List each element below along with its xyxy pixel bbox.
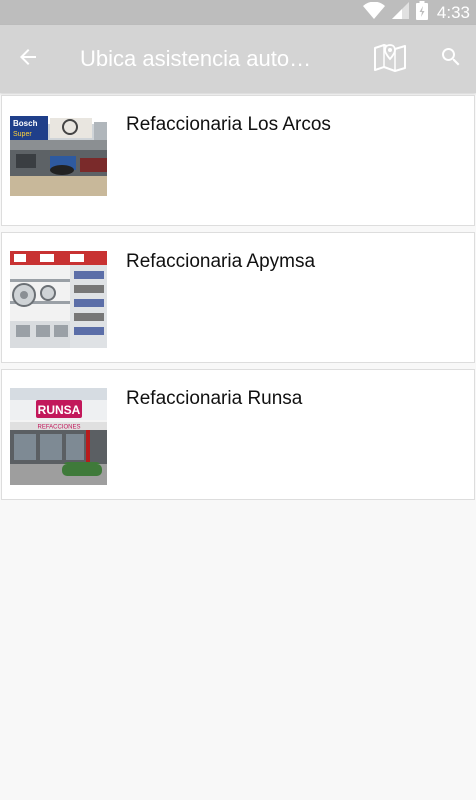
list-item[interactable]: Refaccionaria Apymsa: [1, 232, 475, 363]
page-title: Ubica asistencia auto…: [80, 46, 312, 71]
app-bar: Ubica asistencia auto…: [0, 25, 476, 93]
storefront-photo: Bosch Super: [10, 114, 107, 211]
thumb-sign-text: RUNSA: [38, 403, 81, 417]
status-bar: 4:33: [0, 0, 476, 25]
back-arrow-icon: [16, 45, 40, 74]
listing-title: Refaccionaria Los Arcos: [126, 114, 331, 135]
status-time: 4:33: [436, 2, 470, 22]
search-icon: [439, 45, 463, 74]
search-button[interactable]: [427, 35, 475, 83]
listing-title: Refaccionaria Runsa: [126, 388, 303, 409]
wifi-icon: [362, 1, 385, 24]
thumb-sign-text: Bosch: [13, 119, 38, 128]
list-item[interactable]: RUNSA REFACCIONES Refaccionaria Runsa: [1, 369, 475, 500]
thumb-sign-text: REFACCIONES: [37, 425, 80, 431]
storefront-photo: RUNSA REFACCIONES: [10, 388, 107, 485]
signal-icon: [391, 1, 409, 24]
back-button[interactable]: [4, 35, 52, 83]
list-item[interactable]: Bosch Super Refaccionaria Los Arcos: [1, 95, 475, 226]
listing-list: Bosch Super Refaccionaria Los Arcos Refa…: [0, 95, 476, 506]
battery-icon: [415, 0, 428, 25]
listing-title: Refaccionaria Apymsa: [126, 251, 316, 272]
map-icon: [374, 42, 406, 77]
thumb-sign-text: Super: [13, 131, 32, 138]
status-icons: 4:33: [362, 0, 470, 25]
store-interior-photo: [10, 251, 107, 348]
map-button[interactable]: [366, 35, 414, 83]
